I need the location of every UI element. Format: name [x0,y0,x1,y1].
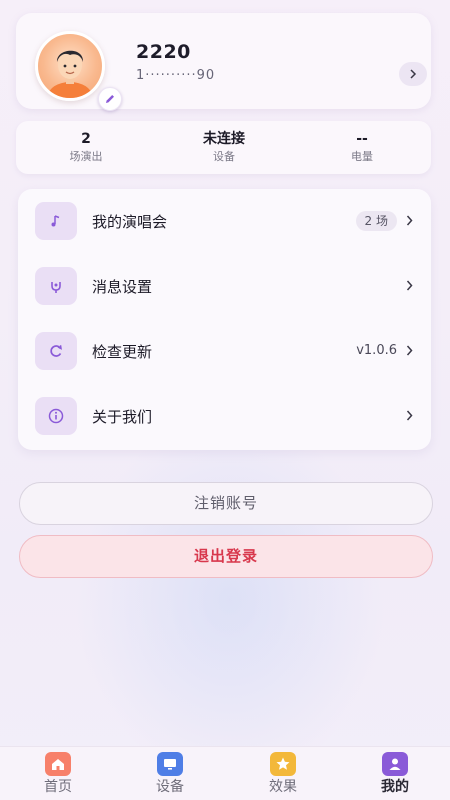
menu-item-my-concerts[interactable]: 我的演唱会 2 场 [18,189,431,254]
stat-label: 场演出 [69,150,103,163]
nav-label: 我的 [381,779,409,795]
profile-id: 1··········90 [136,68,216,83]
star-icon [270,752,296,776]
menu-item-message-settings[interactable]: 消息设置 [18,254,431,319]
stat-label: 设备 [213,150,235,163]
chevron-right-icon [410,69,417,79]
stat-value: 2 [81,131,91,147]
cancel-account-button[interactable]: 注销账号 [19,482,433,525]
nav-item-effects[interactable]: 效果 [253,752,313,796]
refresh-icon [35,332,77,370]
chevron-right-icon [406,410,413,421]
profile-detail-button[interactable] [399,62,427,86]
home-icon [45,752,71,776]
chevron-right-icon [406,345,413,356]
menu-item-check-update[interactable]: 检查更新 v1.0.6 [18,319,431,384]
pencil-icon [106,95,114,103]
profile-name: 2220 [136,41,191,63]
bottom-nav: 首页 设备 效果 我的 [0,746,450,800]
nav-item-device[interactable]: 设备 [140,752,200,796]
menu-label: 检查更新 [92,343,153,361]
stat-value: 未连接 [203,131,245,147]
version-value: v1.0.6 [356,343,397,358]
nav-item-home[interactable]: 首页 [28,752,88,796]
user-icon [382,752,408,776]
menu-item-about-us[interactable]: 关于我们 [18,384,431,449]
chevron-right-icon [406,215,413,226]
stat-value: -- [356,131,368,147]
stat-battery: -- 电量 [302,130,422,165]
stat-shows: 2 场演出 [26,130,146,165]
menu-label: 关于我们 [92,408,153,426]
menu-label: 我的演唱会 [92,213,168,231]
count-badge: 2 场 [355,211,397,231]
info-icon [35,397,77,435]
stats-card: 2 场演出 未连接 设备 -- 电量 [16,121,431,174]
edit-avatar-button[interactable] [98,87,122,111]
nav-label: 设备 [156,779,184,795]
nav-item-mine[interactable]: 我的 [365,752,425,796]
avatar[interactable] [35,31,105,101]
nav-label: 首页 [44,779,72,795]
chevron-right-icon [406,280,413,291]
nav-label: 效果 [269,779,297,795]
stat-device: 未连接 设备 [164,130,284,165]
menu-card: 我的演唱会 2 场 消息设置 检查更新 v1.0.6 关于我们 [18,189,431,450]
menu-label: 消息设置 [92,278,153,296]
profile-card[interactable]: 2220 1··········90 [16,13,431,111]
logout-button[interactable]: 退出登录 [19,535,433,578]
stat-label: 电量 [351,150,373,163]
notification-icon [35,267,77,305]
monitor-icon [157,752,183,776]
music-note-icon [35,202,77,240]
